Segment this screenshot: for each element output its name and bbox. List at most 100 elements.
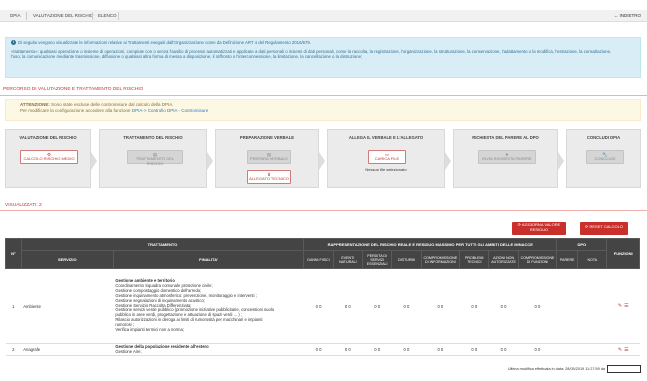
warning-text: Sono state escluse delle contromisure da…: [49, 102, 174, 107]
allegato-tecnico-button[interactable]: ⬇ ALLEGATO TECNICO: [247, 170, 291, 184]
warning-line2: Per modificare la configurazione acceder…: [20, 108, 132, 113]
contromisure-link[interactable]: DPIA-> Controllo DPIA - Contromisure: [132, 108, 208, 113]
button-label: AGGIORNA VALORE RESIDUO: [521, 222, 561, 232]
value-cell: 0 0: [459, 268, 489, 344]
refresh-icon: ⟳: [585, 224, 589, 229]
step-preparazione: PREPARAZIONE VERBALE ▤ PREPARA VERBALE ⬇ A…: [215, 129, 319, 188]
nav-divider: [26, 12, 27, 20]
col-finalita: FINALITA': [112, 250, 305, 269]
row-actions: ✎ ☰: [606, 343, 640, 356]
value-cell: 0 0: [303, 268, 334, 344]
back-button[interactable]: ← INDIETRO: [614, 13, 641, 18]
calcolo-rischio-button[interactable]: ⚙ CALCOLO RISCHIO MEDIO: [20, 150, 78, 164]
nav-divider: [92, 12, 93, 20]
step-title: CONCLUDI DPIA: [586, 135, 621, 140]
col-eventi-naturali: EVENTI NATURALI: [332, 250, 364, 269]
tab-elenco[interactable]: ELENCO: [98, 13, 117, 18]
button-label: ALLEGATO TECNICO: [249, 176, 289, 181]
last-modified: Ultima modifica effettuata in data: 28/0…: [507, 367, 605, 371]
value-cell: 0 0: [459, 343, 489, 356]
col-disturbi: DISTURBI: [391, 250, 422, 269]
step-arrow: [558, 152, 564, 170]
row-number: 1: [5, 268, 22, 344]
row-finalita: Gestione della popolazione residente all…: [113, 343, 304, 356]
table-row: 1 Ambiente Gestione ambiente e territori…: [5, 268, 640, 344]
nav-divider: [118, 12, 119, 20]
button-label: CALCOLO RISCHIO MEDIO: [23, 156, 75, 161]
value-cell: 0 0: [488, 268, 519, 344]
finalita-line: Gestione Aire;: [115, 348, 142, 354]
section-divider: [0, 210, 647, 211]
col-nota: NOTA: [577, 250, 608, 269]
prepara-verbale-button[interactable]: ▤ PREPARA VERBALE: [247, 150, 291, 164]
col-n: N°: [5, 238, 22, 269]
col-funzioni: FUNZIONI: [606, 238, 640, 269]
row-finalita: Gestione ambiente e territorio Coordinam…: [113, 268, 304, 344]
finalita-title: Gestione della popolazione residente all…: [115, 343, 209, 349]
row-servizio: Ambiente: [21, 268, 114, 344]
top-nav: DPIA VALUTAZIONE DEL RISCHIO ELENCO ← IN…: [0, 10, 647, 22]
nota-cell: [577, 268, 607, 344]
section-divider: [0, 95, 647, 96]
step-arrow: [319, 152, 325, 170]
step-trattamento: TRATTAMENTO DEL RISCHIO ▤ TRATTAMENTO DEL…: [99, 129, 207, 188]
step-valutazione: VALUTAZIONE DEL RISCHIO ⚙ CALCOLO RISCHIO…: [5, 129, 91, 188]
step-arrow: [207, 152, 213, 170]
value-cell: 0 0: [488, 343, 519, 356]
col-servizio: SERVIZIO: [20, 250, 114, 269]
back-label: INDIETRO: [619, 13, 641, 18]
button-label: INVIA RICHIESTA PARERE: [482, 156, 532, 161]
trattamento-button[interactable]: ▤ TRATTAMENTO DEL RISCHIO: [127, 150, 183, 166]
step-arrow: [445, 152, 451, 170]
col-dpo: DPO: [556, 238, 608, 251]
invia-richiesta-button[interactable]: ➤ INVIA RICHIESTA PARERE: [478, 150, 536, 164]
row-number: 2: [5, 343, 22, 356]
col-trattamento: TRATTAMENTO: [20, 238, 305, 251]
value-cell: 0 0: [421, 268, 460, 344]
value-cell: 0 0: [333, 268, 363, 344]
info-box: i Di seguito vengono visualizzate le info…: [5, 37, 641, 78]
file-status: Nessun file selezionato: [365, 167, 407, 172]
refresh-icon: ⟳: [517, 222, 522, 227]
button-label: PREPARA VERBALE: [249, 156, 289, 161]
arrow-left-icon: ←: [613, 13, 619, 18]
result-count: VISUALIZZATI: 2: [5, 203, 42, 208]
col-compromissione-info: COMPROMISSIONE DI INFORMAZIONI: [420, 250, 461, 269]
step-concludi: CONCLUDI DPIA 🔧 CONCLUDI: [566, 129, 641, 188]
button-label: TRATTAMENTO DEL RISCHIO: [135, 156, 175, 166]
step-title: PREPARAZIONE VERBALE: [239, 135, 295, 140]
list-icon[interactable]: ☰: [624, 303, 628, 309]
nota-cell: [577, 343, 607, 356]
list-icon[interactable]: ☰: [624, 347, 628, 353]
col-azioni-non-autorizzate: AZIONI NON AUTORIZZATE: [488, 250, 519, 269]
button-label: CONCLUDI: [594, 156, 616, 161]
col-danni-fisici: DANNI FISICI: [303, 250, 334, 269]
tab-dpia[interactable]: DPIA: [10, 13, 21, 18]
value-cell: 0 0: [303, 343, 334, 356]
value-cell: 0 0: [421, 343, 460, 356]
value-cell: 0 0: [333, 343, 363, 356]
info-icon: i: [11, 40, 16, 46]
step-arrow: [91, 152, 97, 170]
info-line1: Di seguito vengono visualizzate le infor…: [18, 40, 312, 45]
value-cell: 0 0: [362, 343, 392, 356]
edit-icon[interactable]: ✎: [618, 347, 622, 353]
value-cell: 0 0: [391, 268, 422, 344]
table-row: 2 Anagrafe Gestione della popolazione re…: [5, 343, 640, 356]
tab-valutazione[interactable]: VALUTAZIONE DEL RISCHIO: [33, 13, 93, 18]
carica-file-button[interactable]: ▭ CARICA FILE: [368, 150, 406, 164]
edit-icon[interactable]: ✎: [618, 303, 622, 309]
col-parere: PARERE: [556, 250, 579, 269]
step-allega: ALLEGA IL VERBALE E L'ALLEGATO ▭ CARICA F…: [327, 129, 445, 188]
aggiorna-valore-button[interactable]: ⟳ AGGIORNA VALORE RESIDUO: [512, 222, 566, 235]
finalita-line: Verifica impianti termici non a norma;: [115, 327, 184, 333]
button-label: CARICA FILE: [374, 156, 400, 161]
value-cell: 0 0: [518, 268, 557, 344]
parere-cell: [556, 268, 578, 344]
warning-bold: ATTENZIONE:: [20, 102, 50, 107]
step-title: ALLEGA IL VERBALE E L'ALLEGATO: [348, 135, 424, 140]
step-title: VALUTAZIONE DEL RISCHIO: [19, 135, 77, 140]
col-rappresentazione: RAPPRESENTAZIONE DEL RISCHIO REALE E RES…: [303, 238, 558, 251]
concludi-button[interactable]: 🔧 CONCLUDI: [586, 150, 624, 164]
reset-calcolo-button[interactable]: ⟳ RESET CALCOLO: [580, 222, 628, 235]
